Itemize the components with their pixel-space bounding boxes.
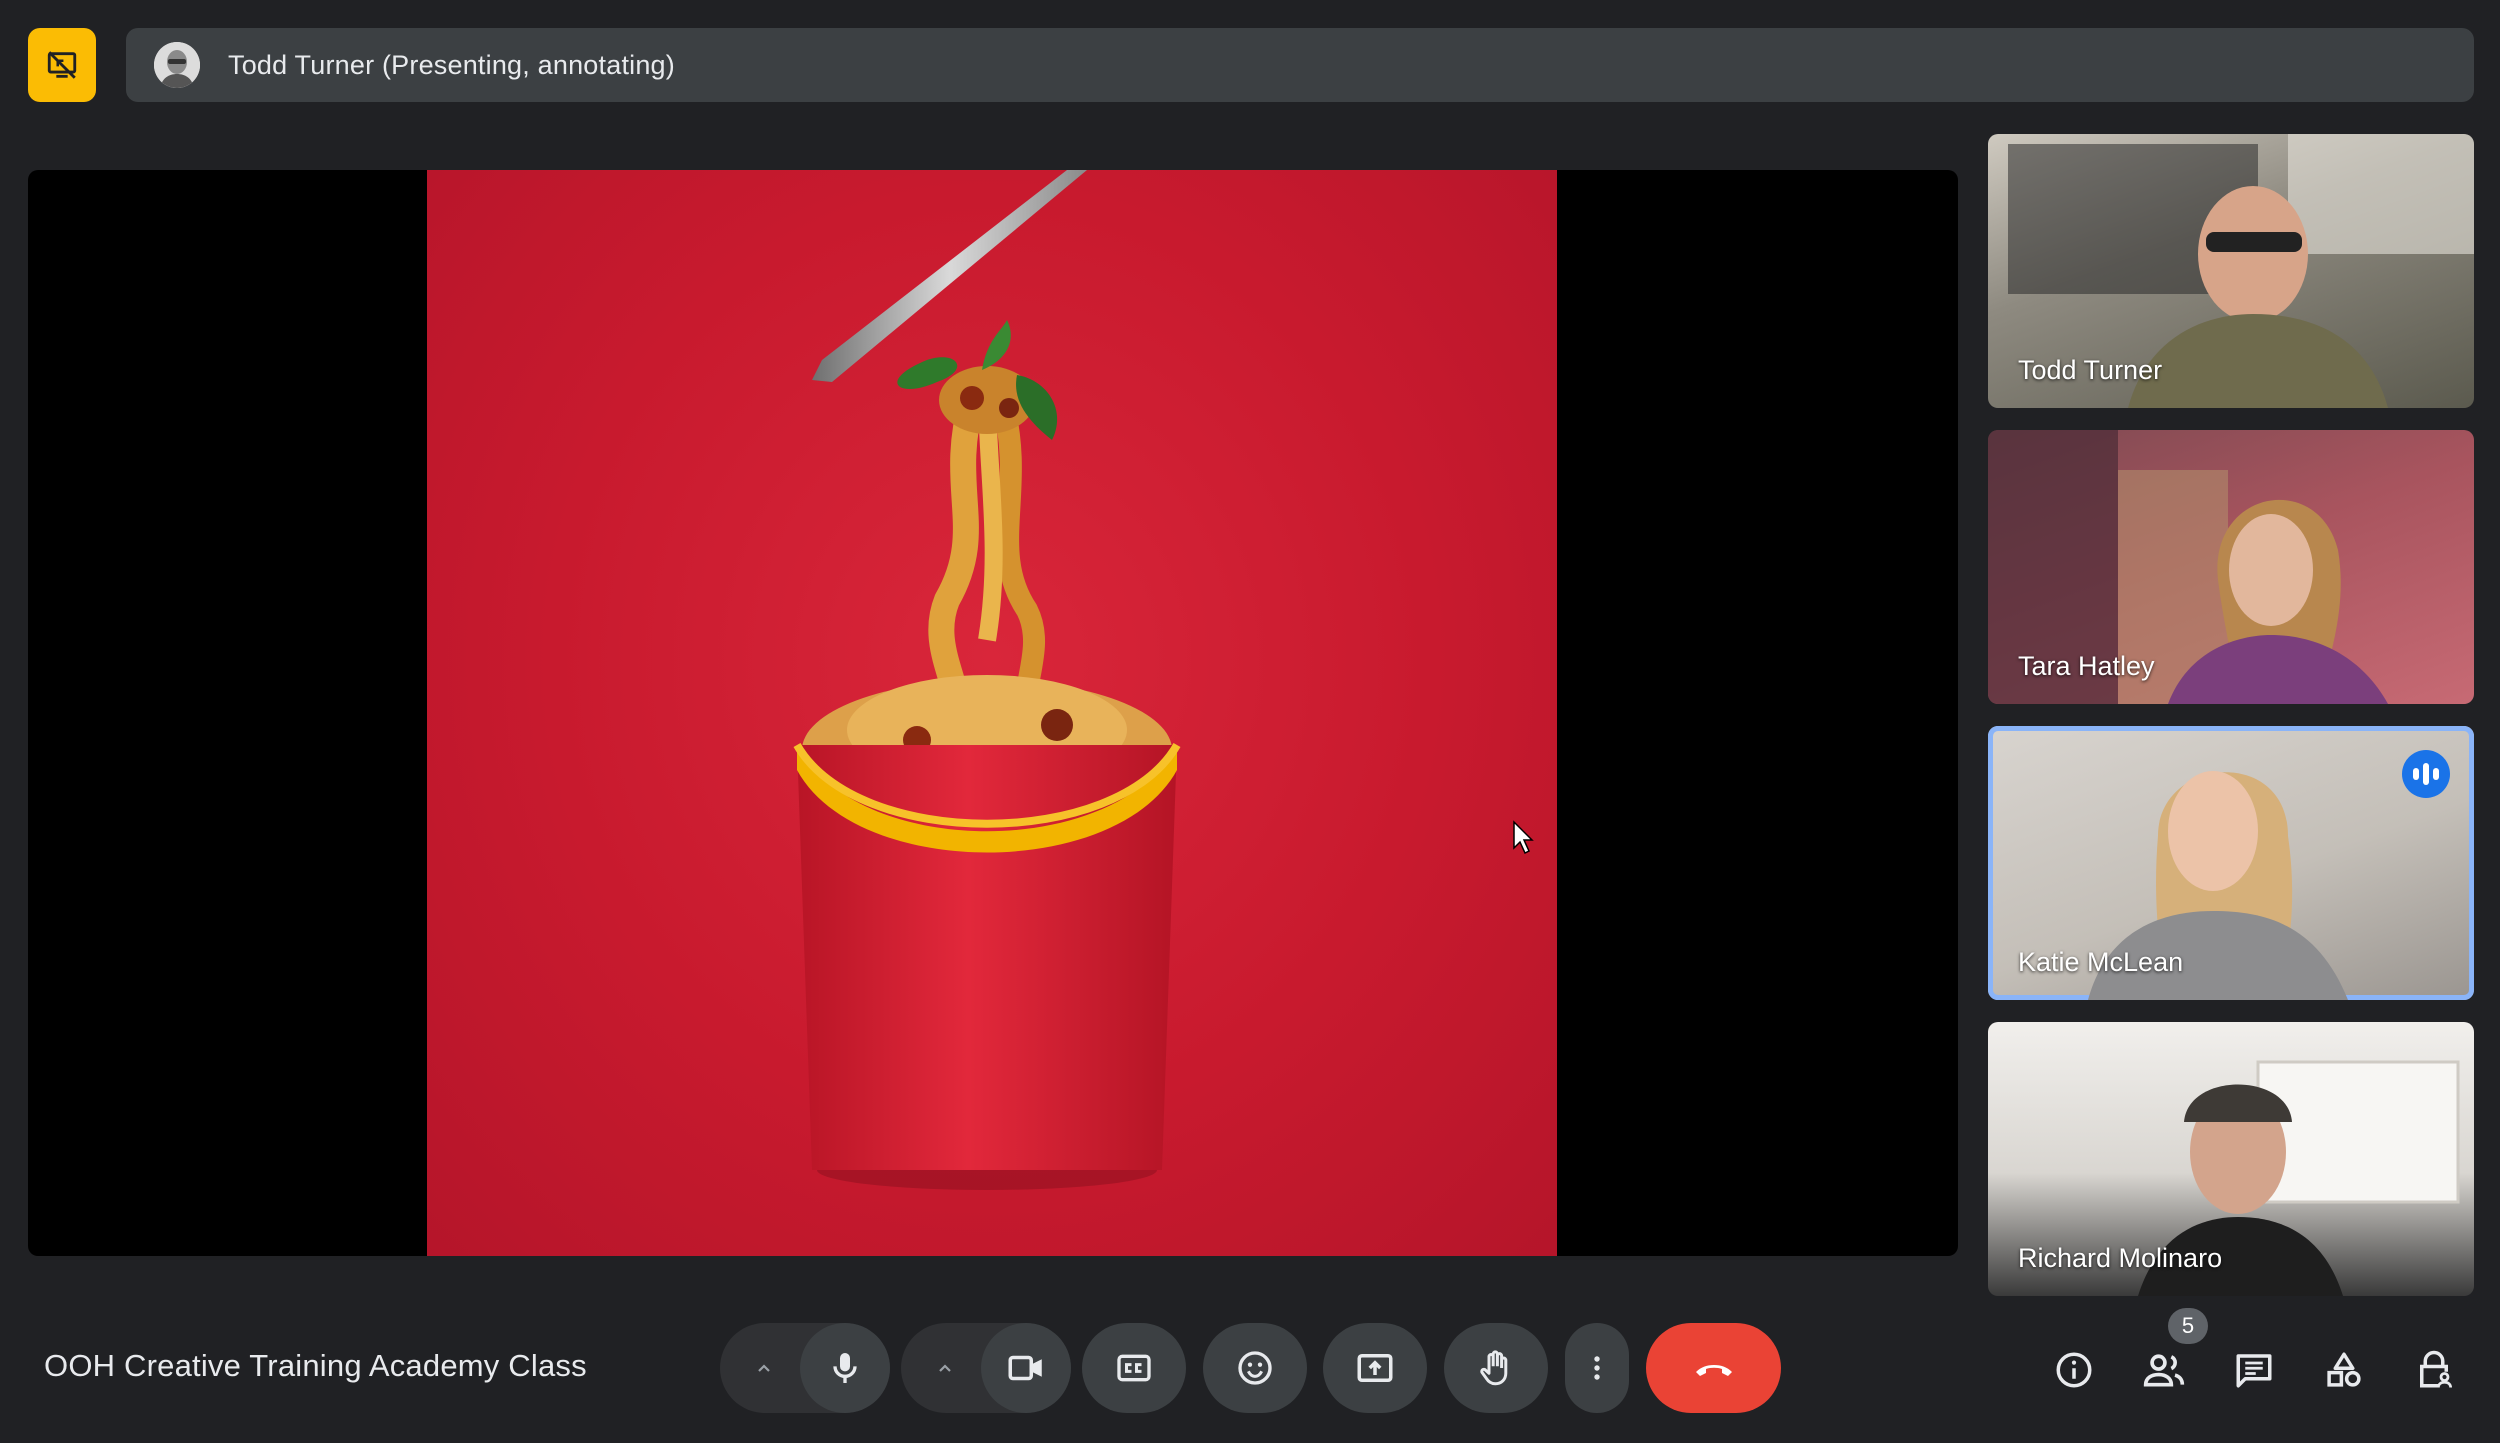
mic-icon [833, 1353, 857, 1383]
more-vert-icon [1594, 1356, 1600, 1380]
participant-name: Katie McLean [2018, 947, 2184, 977]
closed-captions-icon [1117, 1354, 1151, 1382]
raise-hand-button[interactable] [1444, 1323, 1548, 1413]
participant-tile[interactable]: Tara Hatley [1988, 430, 2474, 704]
camera-button[interactable] [981, 1323, 1071, 1413]
host-controls-button[interactable] [2404, 1340, 2464, 1400]
participant-name: Richard Molinaro [2018, 1243, 2223, 1273]
chevron-up-icon [939, 1364, 951, 1372]
presenter-label: Todd Turner (Presenting, annotating) [228, 49, 675, 80]
shared-screen [28, 170, 1958, 1256]
people-icon [2143, 1354, 2185, 1387]
chevron-up-icon [758, 1364, 770, 1372]
leave-call-button[interactable] [1646, 1323, 1781, 1413]
chat-button[interactable] [2224, 1340, 2284, 1400]
meeting-title: OOH Creative Training Academy Class [44, 1348, 587, 1383]
hand-icon [1480, 1350, 1508, 1386]
lock-person-icon [2420, 1350, 2453, 1388]
participant-count-badge: 5 [2168, 1308, 2208, 1344]
more-options-button[interactable] [1565, 1323, 1629, 1413]
participant-name: Todd Turner [2018, 355, 2163, 385]
presentation-slide-image [427, 170, 1557, 1256]
people-button[interactable] [2134, 1340, 2194, 1400]
info-icon [2056, 1352, 2092, 1388]
participant-tile[interactable]: Richard Molinaro [1988, 1022, 2474, 1296]
audio-options-chevron[interactable] [727, 1323, 801, 1413]
stop-presenting-badge[interactable] [28, 28, 96, 102]
reactions-button[interactable] [1203, 1323, 1307, 1413]
avatar [154, 42, 200, 88]
emoji-icon [1238, 1351, 1272, 1385]
participant-name: Tara Hatley [2018, 651, 2155, 681]
stop-presenting-icon [47, 51, 77, 79]
participant-tile-active-speaker[interactable]: Katie McLean [1988, 726, 2474, 1000]
speaking-indicator-icon [2402, 750, 2450, 798]
present-screen-icon [1357, 1354, 1393, 1382]
captions-button[interactable] [1082, 1323, 1186, 1413]
participant-tile[interactable]: Todd Turner [1988, 134, 2474, 408]
activities-button[interactable] [2314, 1340, 2374, 1400]
video-camera-icon [1008, 1355, 1042, 1381]
present-button[interactable] [1323, 1323, 1427, 1413]
hang-up-icon [1695, 1365, 1732, 1376]
activities-icon [2327, 1352, 2361, 1387]
chat-icon [2236, 1354, 2272, 1388]
video-options-chevron[interactable] [908, 1323, 982, 1413]
microphone-button[interactable] [800, 1323, 890, 1413]
presenter-banner: Todd Turner (Presenting, annotating) [126, 28, 2474, 102]
meeting-info-button[interactable] [2044, 1340, 2104, 1400]
